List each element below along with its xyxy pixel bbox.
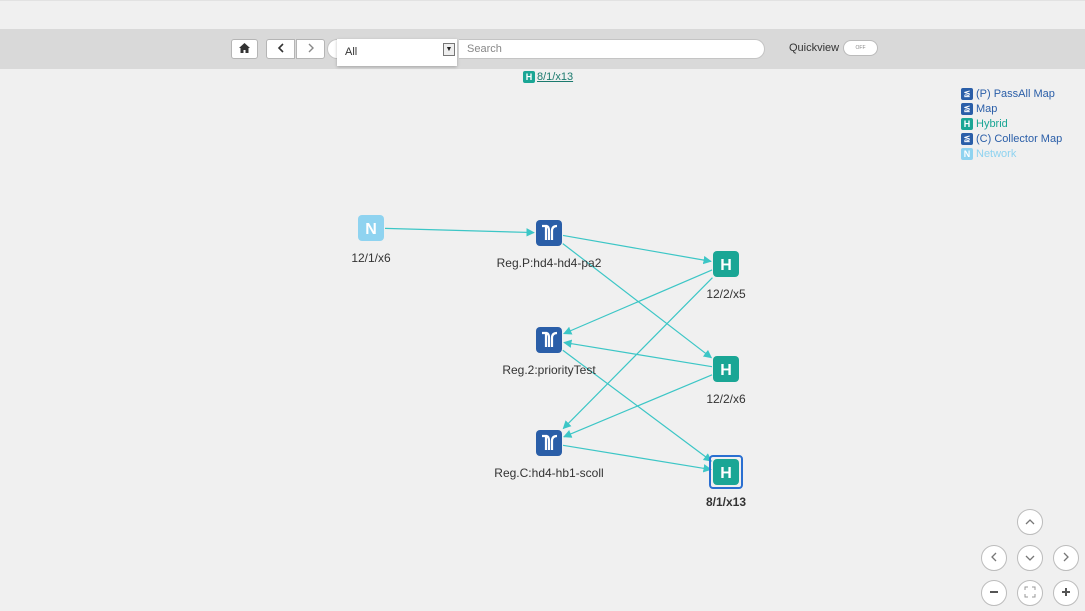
nodes-layer: N 12/1/x6 Reg.P:hd4-hd4-pa2 Reg.2:priorityT… <box>351 215 746 509</box>
node-label: 12/2/x5 <box>706 287 746 301</box>
network-icon: N <box>365 221 377 238</box>
minus-icon <box>989 586 999 600</box>
node-hybrid[interactable]: H 12/2/x5 <box>706 251 746 301</box>
node-label: 12/1/x6 <box>351 251 391 265</box>
node-label: Reg.C:hd4-hb1-scoll <box>494 466 603 480</box>
zoom-out-button[interactable] <box>981 580 1007 606</box>
node-map[interactable]: Reg.2:priorityTest <box>502 327 596 377</box>
expand-icon <box>1024 586 1036 601</box>
chevron-up-icon <box>1025 515 1035 529</box>
node-network[interactable]: N 12/1/x6 <box>351 215 391 265</box>
node-label: 8/1/x13 <box>706 495 746 509</box>
topology-graph: N 12/1/x6 Reg.P:hd4-hd4-pa2 Reg.2:priorityT… <box>351 215 746 509</box>
hybrid-icon: H <box>720 465 732 482</box>
pan-right-button[interactable] <box>1053 545 1079 571</box>
edge-h1-m2 <box>563 269 713 335</box>
node-hybrid[interactable]: H 12/2/x6 <box>706 356 746 406</box>
edge-n1-p1 <box>384 227 535 237</box>
node-hybrid[interactable]: H 8/1/x13 <box>706 455 746 509</box>
node-label: Reg.P:hd4-hd4-pa2 <box>497 256 602 270</box>
pan-up-button[interactable] <box>1017 509 1043 535</box>
chevron-right-icon <box>1062 551 1070 565</box>
node-map[interactable]: Reg.C:hd4-hb1-scoll <box>494 430 604 480</box>
pan-down-button[interactable] <box>1017 545 1043 571</box>
chevron-left-icon <box>990 551 998 565</box>
chevron-down-icon <box>1025 551 1035 565</box>
hybrid-icon: H <box>720 257 732 274</box>
pan-left-button[interactable] <box>981 545 1007 571</box>
zoom-in-button[interactable] <box>1053 580 1079 606</box>
hybrid-icon: H <box>720 362 732 379</box>
node-map[interactable]: Reg.P:hd4-hd4-pa2 <box>497 220 602 270</box>
plus-icon <box>1061 586 1071 600</box>
node-label: Reg.2:priorityTest <box>502 363 596 377</box>
node-label: 12/2/x6 <box>706 392 746 406</box>
fit-screen-button[interactable] <box>1017 580 1043 606</box>
